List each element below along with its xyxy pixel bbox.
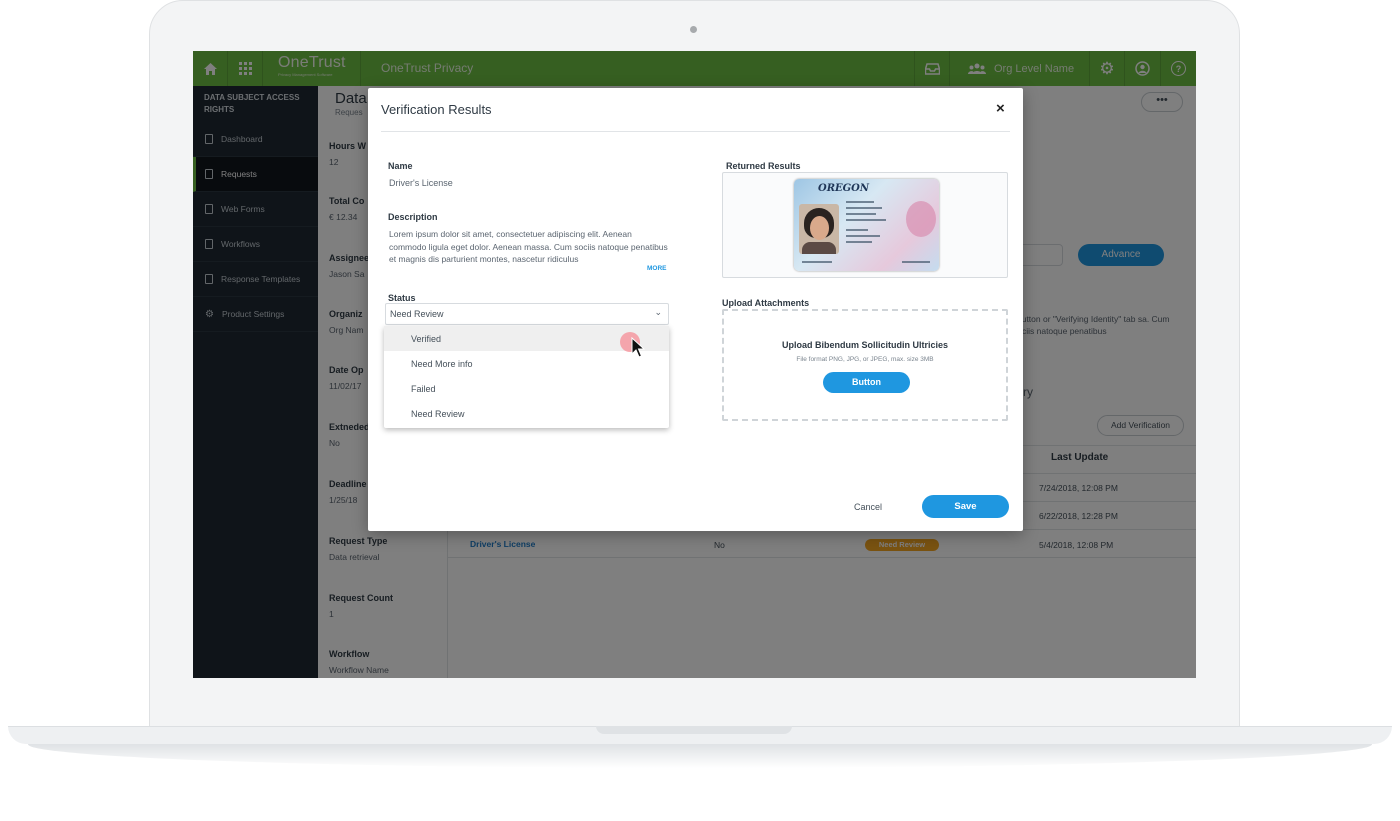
laptop-camera <box>690 26 697 33</box>
mouse-pointer-icon <box>631 337 645 358</box>
upload-dropzone[interactable]: Upload Bibendum Sollicitudin Ultricies F… <box>722 309 1008 421</box>
returned-results-panel: OREGON <box>722 172 1008 278</box>
id-photo <box>799 204 839 254</box>
name-value: Driver's License <box>389 178 453 188</box>
status-option-failed[interactable]: Failed <box>384 376 669 401</box>
cancel-button[interactable]: Cancel <box>854 502 882 512</box>
chevron-down-icon: ⌄ <box>654 307 662 317</box>
status-select-value: Need Review <box>390 309 444 319</box>
status-option-need-review[interactable]: Need Review <box>384 401 669 426</box>
name-label: Name <box>388 161 413 171</box>
status-option-need-more-info[interactable]: Need More info <box>384 351 669 376</box>
laptop-base-shadow <box>28 744 1372 768</box>
drivers-license-image[interactable]: OREGON <box>794 179 939 271</box>
close-icon[interactable]: × <box>996 100 1005 117</box>
description-value: Lorem ipsum dolor sit amet, consectetuer… <box>389 229 668 264</box>
returned-results-label: Returned Results <box>726 161 801 171</box>
status-select[interactable]: Need Review ⌄ <box>385 303 669 325</box>
modal-divider <box>381 131 1010 132</box>
description-more-link[interactable]: MORE <box>647 265 667 272</box>
upload-title: Upload Bibendum Sollicitudin Ultricies <box>781 340 948 350</box>
status-label: Status <box>388 293 416 303</box>
description-label: Description <box>388 212 438 222</box>
laptop-notch <box>596 726 792 734</box>
upload-hint: File format PNG, JPG, or JPEG, max. size… <box>796 356 934 363</box>
id-card-state: OREGON <box>818 183 870 194</box>
upload-attachments-label: Upload Attachments <box>722 298 810 308</box>
verification-results-modal: Verification Results × Name Driver's Lic… <box>368 88 1023 531</box>
modal-title: Verification Results <box>381 102 492 117</box>
save-button[interactable]: Save <box>922 495 1009 518</box>
upload-button[interactable]: Button <box>823 372 910 393</box>
app-screen: OneTrust Privacy Management Software One… <box>193 51 1196 678</box>
id-card-artwork <box>906 201 936 237</box>
